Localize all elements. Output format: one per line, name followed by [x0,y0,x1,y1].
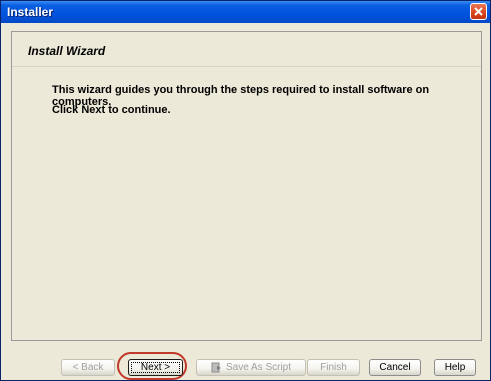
window-title: Installer [7,5,54,19]
focus-ring [131,362,180,373]
close-icon [474,7,483,16]
title-bar[interactable]: Installer [1,1,490,23]
installer-window: Installer Install Wizard This wizard gui… [0,0,491,381]
wizard-header: Install Wizard [12,32,481,67]
help-button[interactable]: Help [434,359,476,376]
cancel-button-label: Cancel [379,362,411,373]
back-button-label: < Back [72,362,104,373]
finish-button-label: Finish [320,362,347,373]
next-button[interactable]: Next > [128,359,183,376]
cancel-button[interactable]: Cancel [369,359,421,376]
wizard-content-panel: Install Wizard This wizard guides you th… [11,31,482,341]
close-button[interactable] [470,3,487,20]
wizard-instruction: Click Next to continue. [52,104,171,116]
script-icon [211,362,221,373]
help-button-label: Help [444,362,466,373]
save-as-script-label: Save As Script [225,362,292,373]
save-as-script-button[interactable]: Save As Script [196,359,306,376]
finish-button[interactable]: Finish [307,359,360,376]
back-button[interactable]: < Back [61,359,115,376]
wizard-title: Install Wizard [28,44,106,58]
